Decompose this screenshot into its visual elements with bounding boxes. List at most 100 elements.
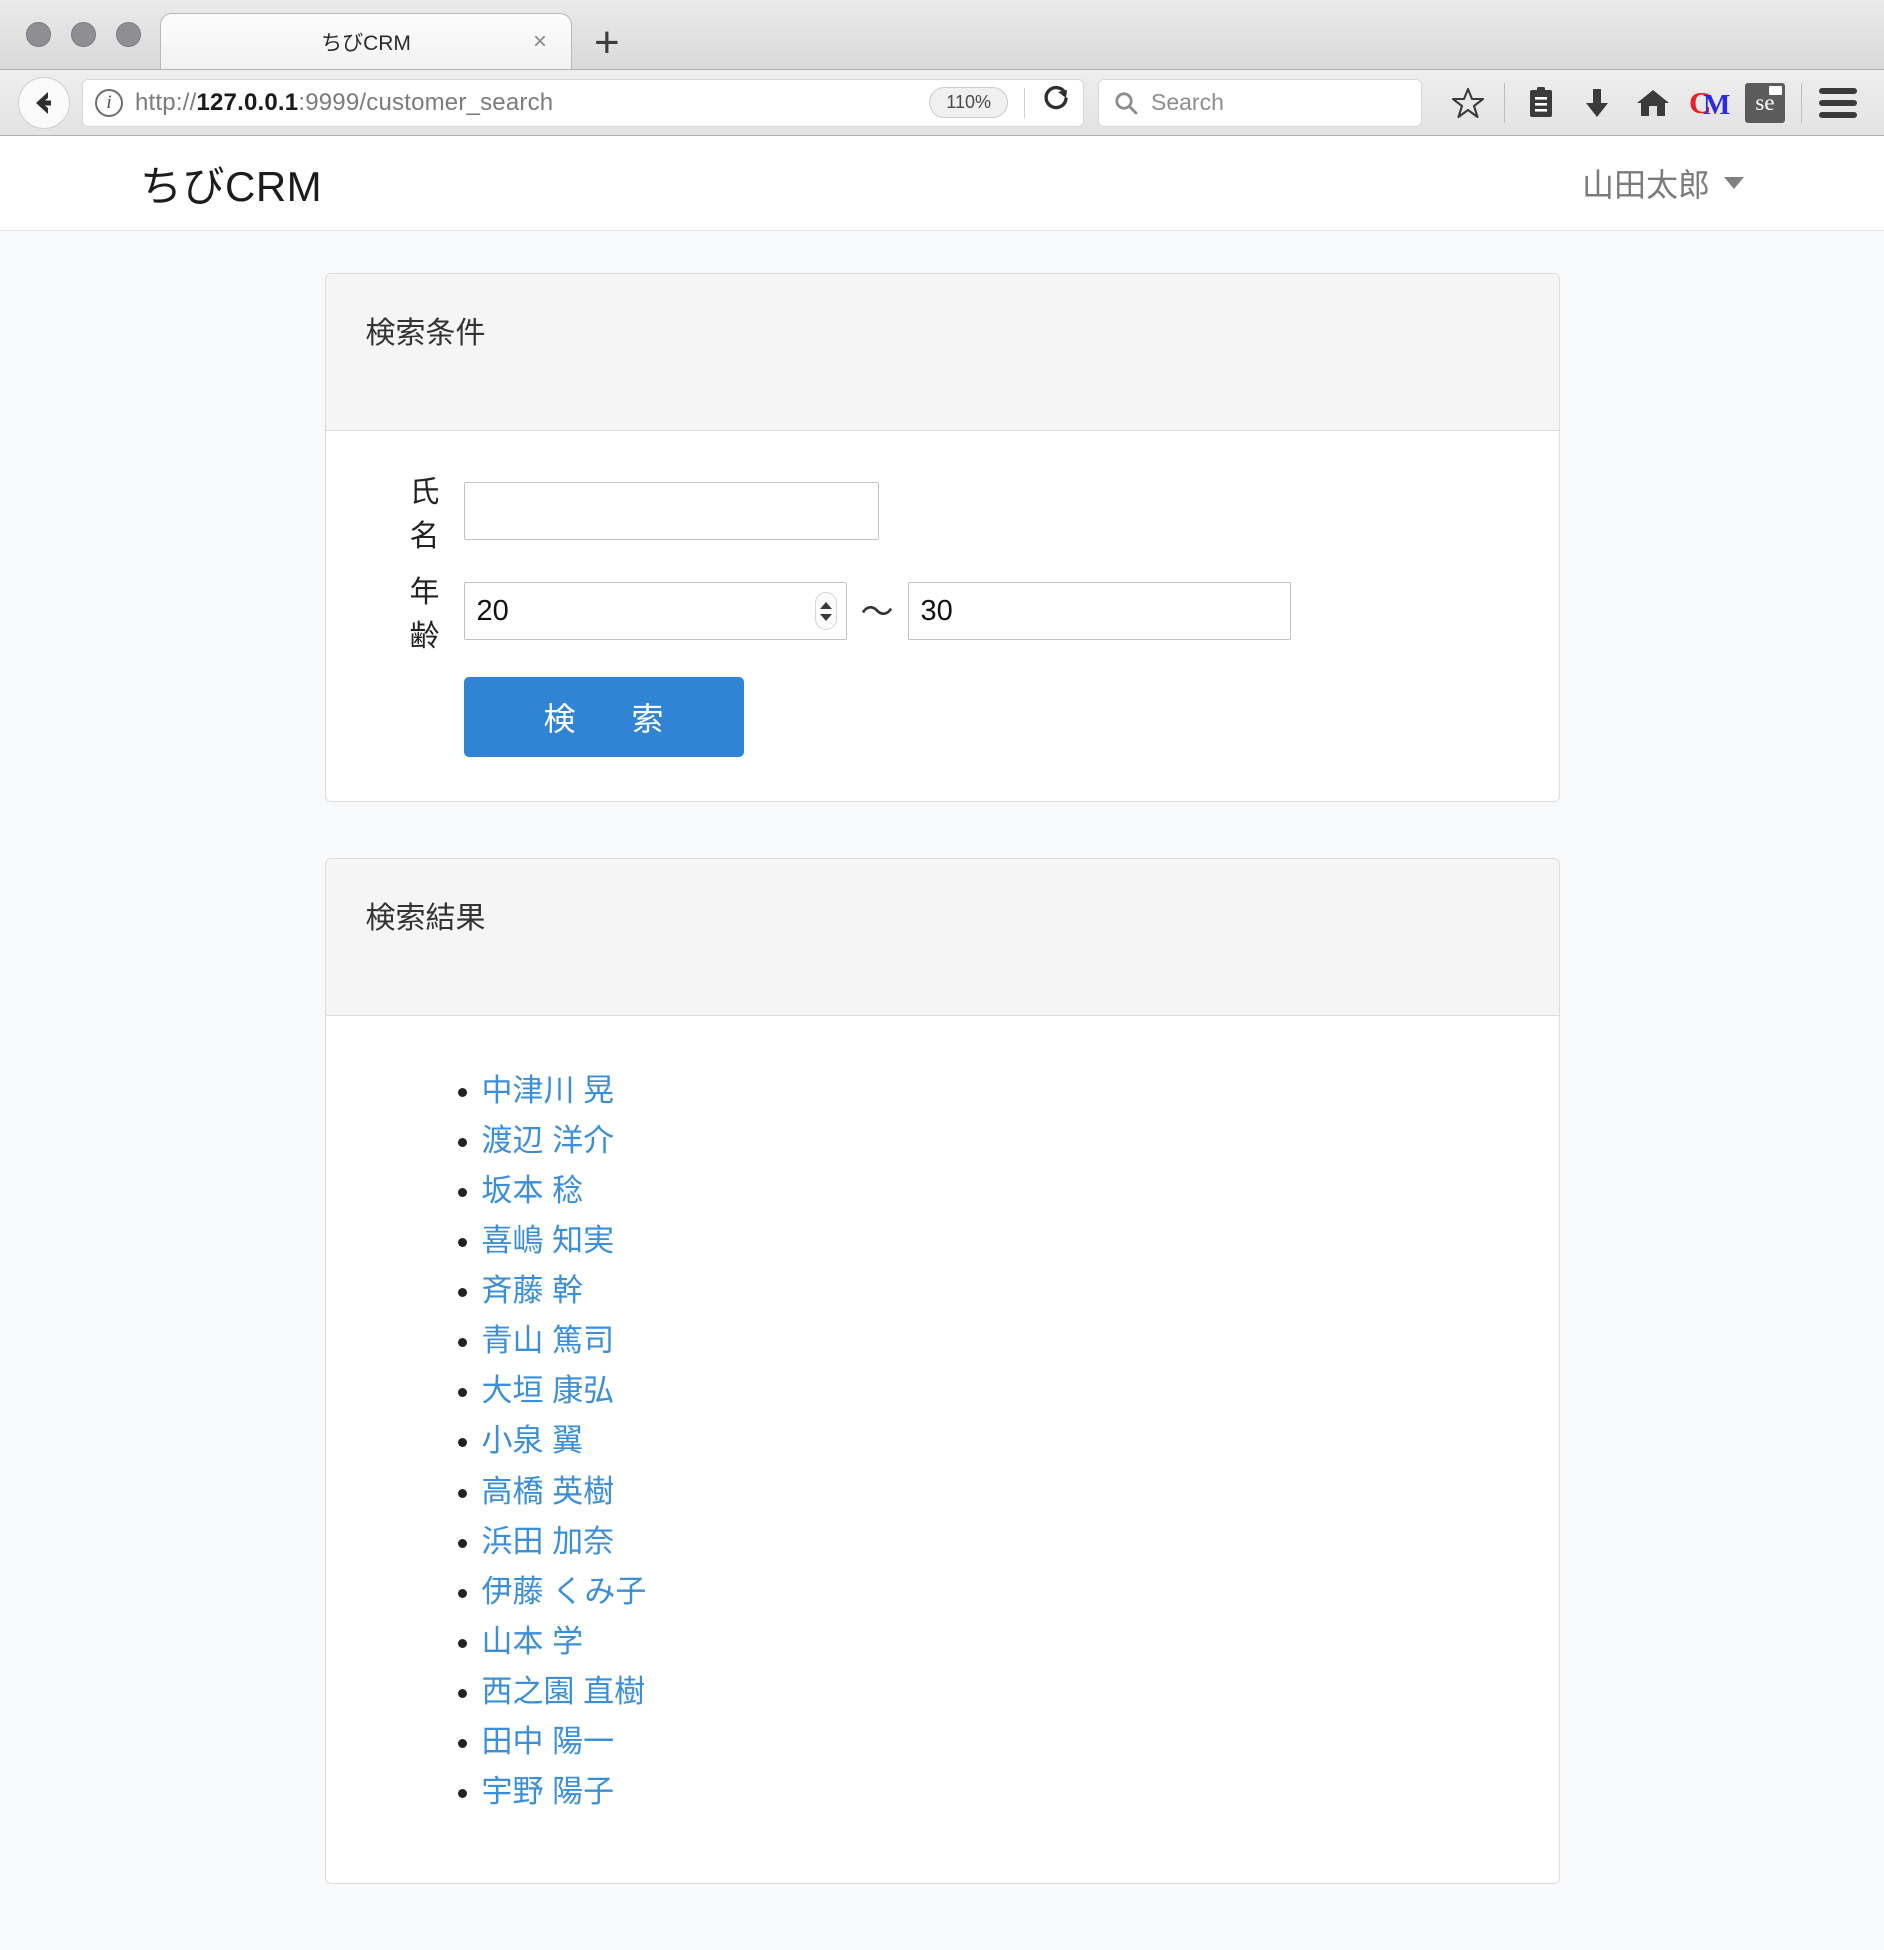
search-conditions-title: 検索条件 — [326, 274, 1559, 431]
home-glyph — [1635, 86, 1671, 120]
toolbar-divider-3 — [1801, 83, 1802, 123]
name-input[interactable] — [464, 482, 879, 540]
new-tab-button[interactable]: + — [594, 28, 620, 59]
user-menu[interactable]: 山田太郎 — [1582, 160, 1844, 206]
customer-link[interactable]: 小泉 翼 — [482, 1423, 584, 1458]
customer-link[interactable]: 大垣 康弘 — [482, 1373, 615, 1408]
tab-strip: ちびCRM × + — [160, 0, 620, 69]
content-container: 検索条件 氏名 年齢 — [325, 273, 1560, 1884]
chevron-down-icon — [1724, 177, 1744, 189]
range-separator: 〜 — [861, 595, 894, 628]
url-host: 127.0.0.1 — [196, 89, 298, 116]
list-item: 浜田 加奈 — [482, 1521, 1519, 1562]
list-item: 小泉 翼 — [482, 1420, 1519, 1461]
address-bar[interactable]: i http://127.0.0.1:9999/customer_search … — [82, 79, 1084, 127]
page-content: 検索条件 氏名 年齢 — [0, 231, 1884, 1950]
list-item: 渡辺 洋介 — [482, 1120, 1519, 1161]
customer-link[interactable]: 山本 学 — [482, 1624, 584, 1659]
cm-logo-m: M — [1703, 89, 1730, 122]
url-scheme: http:// — [135, 89, 196, 116]
customer-link[interactable]: 渡辺 洋介 — [482, 1123, 615, 1158]
submit-row: 検 索 — [366, 677, 1519, 757]
toolbar-divider — [1024, 88, 1025, 118]
hamburger-glyph — [1819, 88, 1857, 118]
list-item: 宇野 陽子 — [482, 1771, 1519, 1812]
reload-icon[interactable] — [1041, 84, 1071, 121]
cm-logo: C M — [1689, 83, 1729, 123]
app-brand[interactable]: ちびCRM — [40, 153, 322, 214]
window-controls[interactable] — [26, 22, 141, 47]
download-icon[interactable] — [1569, 75, 1625, 131]
customer-link[interactable]: 中津川 晃 — [482, 1073, 615, 1108]
toolbar-icon-group: C M se — [1440, 75, 1866, 131]
zoom-level-badge[interactable]: 110% — [929, 87, 1008, 118]
search-placeholder: Search — [1151, 89, 1224, 116]
close-tab-icon[interactable]: × — [533, 30, 547, 54]
selenium-badge: se — [1745, 83, 1785, 123]
reading-list-icon[interactable] — [1513, 75, 1569, 131]
browser-titlebar: ちびCRM × + — [0, 0, 1884, 70]
customer-link[interactable]: 西之園 直樹 — [482, 1674, 646, 1709]
minimize-window-button[interactable] — [71, 22, 96, 47]
search-button[interactable]: 検 索 — [464, 677, 744, 757]
tab-title: ちびCRM — [321, 27, 411, 57]
home-icon[interactable] — [1625, 75, 1681, 131]
stepper-up-icon[interactable] — [820, 602, 832, 609]
list-item: 高橋 英樹 — [482, 1471, 1519, 1512]
age-from-input[interactable] — [464, 582, 847, 640]
browser-window: ちびCRM × + i http://127.0.0.1:9999/custom… — [0, 0, 1884, 1950]
customer-link[interactable]: 浜田 加奈 — [482, 1524, 615, 1559]
close-window-button[interactable] — [26, 22, 51, 47]
back-button[interactable] — [18, 77, 70, 129]
url-text: http://127.0.0.1:9999/customer_search — [135, 89, 553, 117]
selenium-icon[interactable]: se — [1737, 75, 1793, 131]
number-stepper-icon[interactable] — [815, 592, 837, 630]
browser-tab[interactable]: ちびCRM × — [160, 13, 572, 69]
reload-glyph — [1041, 84, 1071, 114]
search-conditions-panel: 検索条件 氏名 年齢 — [325, 273, 1560, 802]
search-icon — [1113, 90, 1139, 116]
star-glyph — [1451, 86, 1485, 120]
customer-link[interactable]: 青山 篤司 — [482, 1323, 615, 1358]
page-viewport: ちびCRM 山田太郎 検索条件 氏名 年齢 — [0, 136, 1884, 1950]
toolbar-divider-2 — [1504, 83, 1505, 123]
search-results-body: 中津川 晃渡辺 洋介坂本 稔喜嶋 知実斉藤 幹青山 篤司大垣 康弘小泉 翼高橋 … — [326, 1016, 1559, 1883]
name-field-label: 氏名 — [366, 467, 464, 555]
customer-link[interactable]: 高橋 英樹 — [482, 1474, 615, 1509]
search-conditions-body: 氏名 年齢 〜 — [326, 431, 1559, 801]
customer-link[interactable]: 喜嶋 知実 — [482, 1223, 615, 1258]
bookmark-star-icon[interactable] — [1440, 75, 1496, 131]
download-glyph — [1582, 86, 1612, 120]
list-item: 山本 学 — [482, 1621, 1519, 1662]
site-info-icon[interactable]: i — [95, 89, 123, 117]
customer-result-list: 中津川 晃渡辺 洋介坂本 稔喜嶋 知実斉藤 幹青山 篤司大垣 康弘小泉 翼高橋 … — [366, 1052, 1519, 1839]
list-item: 青山 篤司 — [482, 1320, 1519, 1361]
customer-link[interactable]: 坂本 稔 — [482, 1173, 584, 1208]
zoom-window-button[interactable] — [116, 22, 141, 47]
list-item: 西之園 直樹 — [482, 1671, 1519, 1712]
search-results-title: 検索結果 — [326, 859, 1559, 1016]
age-from-wrapper — [464, 582, 847, 640]
age-field-label: 年齢 — [366, 567, 464, 655]
customer-link[interactable]: 伊藤 くみ子 — [482, 1574, 647, 1609]
list-item: 田中 陽一 — [482, 1721, 1519, 1762]
customer-link[interactable]: 斉藤 幹 — [482, 1273, 584, 1308]
hamburger-menu-icon[interactable] — [1810, 75, 1866, 131]
list-item: 喜嶋 知実 — [482, 1220, 1519, 1261]
stepper-down-icon[interactable] — [820, 614, 832, 621]
back-arrow-icon — [28, 87, 60, 119]
list-item: 斉藤 幹 — [482, 1270, 1519, 1311]
customer-link[interactable]: 宇野 陽子 — [482, 1774, 615, 1809]
browser-search-box[interactable]: Search — [1098, 79, 1422, 127]
name-field-row: 氏名 — [366, 467, 1519, 555]
reading-list-glyph — [1526, 86, 1556, 120]
cm-extension-icon[interactable]: C M — [1681, 75, 1737, 131]
customer-link[interactable]: 田中 陽一 — [482, 1724, 615, 1759]
app-header: ちびCRM 山田太郎 — [0, 136, 1884, 231]
video-camera-icon — [1769, 86, 1782, 95]
list-item: 中津川 晃 — [482, 1070, 1519, 1111]
list-item: 大垣 康弘 — [482, 1370, 1519, 1411]
user-name-label: 山田太郎 — [1582, 160, 1710, 206]
list-item: 坂本 稔 — [482, 1170, 1519, 1211]
age-to-input[interactable] — [908, 582, 1291, 640]
